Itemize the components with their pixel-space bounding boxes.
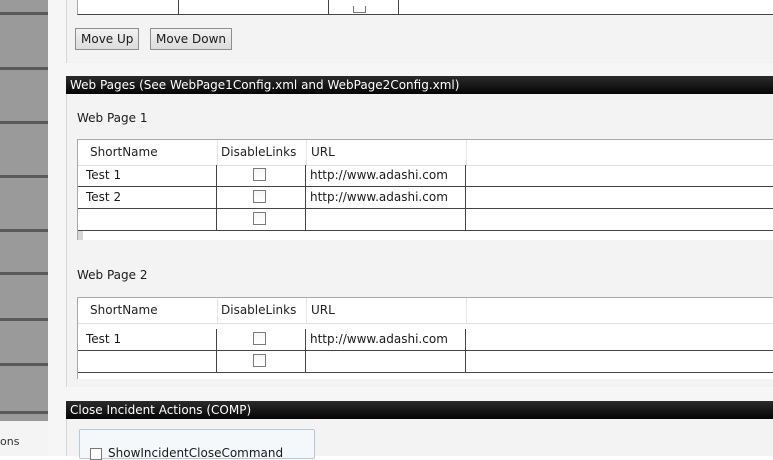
grid-header-row: ShortName DisableLinks URL	[78, 298, 773, 324]
sidebar-bottom-label: ons	[0, 435, 20, 448]
sidebar-separator	[0, 121, 48, 124]
grid-header-row: ShortName DisableLinks URL	[78, 140, 773, 166]
web-page-1-grid: ShortName DisableLinks URL Test 1 http:/…	[77, 139, 773, 240]
column-header-url[interactable]: URL	[306, 298, 466, 323]
filler-cell	[466, 329, 773, 350]
sidebar-bottom-item[interactable]: ons	[0, 421, 48, 456]
close-incident-header: Close Incident Actions (COMP)	[66, 401, 773, 419]
shortname-cell[interactable]: Test 1	[78, 165, 217, 186]
sidebar-separator	[0, 272, 48, 275]
sidebar-separator	[0, 318, 48, 321]
sidebar-separator	[0, 229, 48, 232]
disable-links-checkbox[interactable]	[253, 190, 266, 203]
shortname-cell[interactable]: Test 2	[78, 187, 217, 208]
disablelinks-cell[interactable]	[217, 329, 306, 350]
show-incident-close-command-checkbox[interactable]	[90, 448, 102, 460]
url-cell[interactable]	[306, 209, 466, 230]
filler-cell	[466, 165, 773, 186]
shortname-cell[interactable]	[78, 209, 217, 230]
grid-scroll-edge	[78, 231, 83, 240]
column-header-shortname[interactable]: ShortName	[78, 140, 217, 165]
web-page-2-grid: ShortName DisableLinks URL Test 1 http:/…	[77, 297, 773, 379]
move-up-button[interactable]: Move Up	[75, 28, 140, 50]
show-incident-close-command-label[interactable]: ShowIncidentCloseCommand	[108, 446, 283, 460]
shortname-cell[interactable]: Test 1	[78, 329, 217, 350]
sidebar-separator	[0, 12, 48, 15]
new-row[interactable]	[78, 351, 773, 373]
url-cell[interactable]	[306, 351, 466, 372]
sidebar-separator	[0, 67, 48, 70]
disablelinks-cell[interactable]	[217, 165, 306, 186]
new-row[interactable]	[78, 209, 773, 231]
filler-cell	[466, 187, 773, 208]
filler-cell	[466, 209, 773, 230]
sidebar-separator	[0, 175, 48, 178]
sidebar-separator	[0, 363, 48, 366]
left-sidebar: ons	[0, 0, 48, 456]
column-header-url[interactable]: URL	[306, 140, 466, 165]
web-page-2-title: Web Page 2	[77, 268, 148, 282]
table-row[interactable]: Test 2 http://www.adashi.com	[78, 187, 773, 209]
web-pages-header: Web Pages (See WebPage1Config.xml and We…	[66, 76, 773, 94]
filler-cell	[466, 351, 773, 372]
table-row[interactable]: Test 1 http://www.adashi.com	[78, 165, 773, 187]
url-cell[interactable]: http://www.adashi.com	[306, 165, 466, 186]
disable-links-checkbox[interactable]	[253, 332, 266, 345]
column-header-disablelinks[interactable]: DisableLinks	[217, 298, 306, 323]
previous-grid-remnant	[77, 0, 773, 15]
column-header-disablelinks[interactable]: DisableLinks	[217, 140, 306, 165]
column-header-filler	[466, 140, 773, 165]
table-row[interactable]: Test 1 http://www.adashi.com	[78, 329, 773, 351]
url-cell[interactable]: http://www.adashi.com	[306, 329, 466, 350]
url-cell[interactable]: http://www.adashi.com	[306, 187, 466, 208]
disablelinks-cell[interactable]	[217, 209, 306, 230]
show-incident-close-command-group[interactable]: ShowIncidentCloseCommand	[79, 429, 315, 460]
column-header-filler	[466, 298, 773, 323]
disablelinks-cell[interactable]	[217, 351, 306, 372]
disablelinks-cell[interactable]	[217, 187, 306, 208]
disable-links-checkbox[interactable]	[253, 354, 266, 367]
sidebar-separator	[0, 411, 48, 414]
disable-links-checkbox[interactable]	[253, 168, 266, 181]
move-down-button[interactable]: Move Down	[150, 28, 232, 50]
shortname-cell[interactable]	[78, 351, 217, 372]
web-page-1-title: Web Page 1	[77, 111, 148, 125]
disable-links-checkbox[interactable]	[253, 212, 266, 225]
column-header-shortname[interactable]: ShortName	[78, 298, 217, 323]
